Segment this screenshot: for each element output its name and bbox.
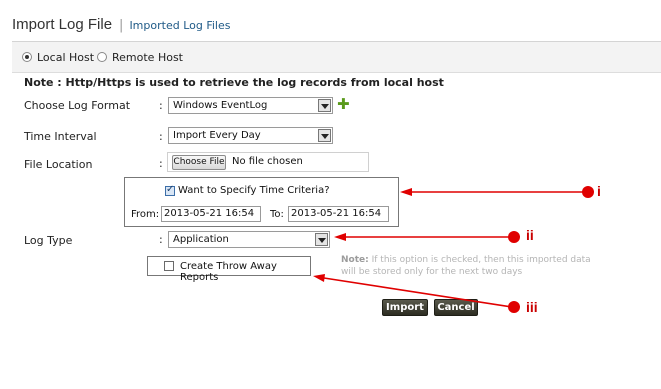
annotation-arrows — [313, 186, 594, 313]
arrow-ii-dot — [508, 231, 520, 243]
arrow-ii-head — [334, 233, 346, 241]
arrow-iii-dot — [508, 301, 520, 313]
arrow-iii-head — [313, 274, 325, 282]
arrow-iii-line — [323, 277, 513, 308]
annotation-i: i — [597, 183, 601, 199]
arrow-i-dot — [582, 186, 594, 198]
annotation-ii: ii — [526, 227, 534, 243]
annotation-iii: iii — [526, 299, 538, 315]
arrow-i-head — [400, 188, 412, 196]
